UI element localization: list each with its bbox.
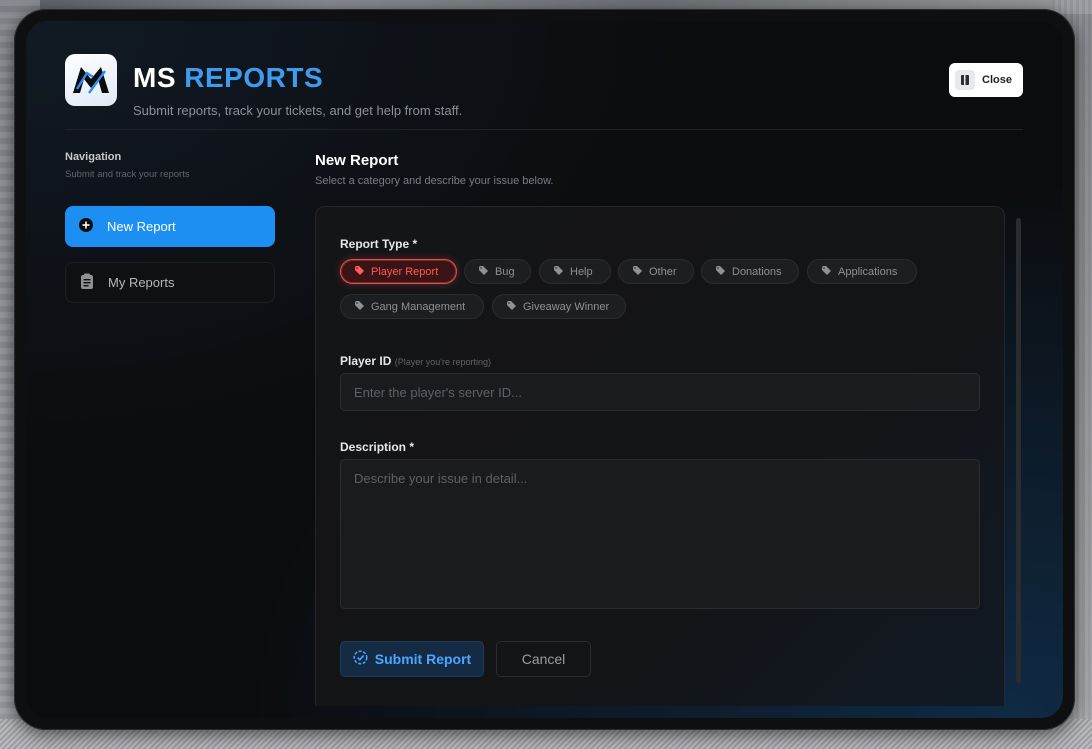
- sidebar-title: Navigation: [65, 151, 122, 163]
- chip-help[interactable]: Help: [539, 259, 611, 284]
- form-scrollbar[interactable]: [1016, 218, 1021, 683]
- tablet-frame: MS REPORTS Submit reports, track your ti…: [14, 9, 1075, 730]
- tag-icon: [479, 265, 488, 278]
- submit-button-label: Submit Report: [374, 651, 472, 667]
- tablet-screen: MS REPORTS Submit reports, track your ti…: [26, 21, 1063, 718]
- report-type-label: Report Type *: [340, 237, 418, 251]
- check-badge-icon: [353, 650, 368, 668]
- chip-applications[interactable]: Applications: [807, 259, 917, 284]
- header-divider: [65, 129, 1023, 130]
- clipboard-icon: [80, 273, 94, 292]
- chip-donations[interactable]: Donations: [701, 259, 799, 284]
- door-exit-icon: [955, 70, 975, 90]
- tag-icon: [554, 265, 563, 278]
- description-textarea[interactable]: [340, 459, 980, 609]
- chip-label: Help: [570, 265, 593, 278]
- chip-label: Applications: [838, 265, 898, 278]
- tag-icon: [716, 265, 725, 278]
- sidebar-item-label: My Reports: [108, 275, 175, 290]
- chip-label: Giveaway Winner: [523, 300, 610, 313]
- app-subtitle: Submit reports, track your tickets, and …: [133, 103, 463, 118]
- chip-label: Bug: [495, 265, 515, 278]
- close-button-label: Close: [982, 74, 1012, 86]
- chip-label: Donations: [732, 265, 782, 278]
- submit-report-button[interactable]: Submit Report: [340, 641, 484, 677]
- app-title-part2: REPORTS: [184, 62, 324, 93]
- sidebar-item-new-report[interactable]: New Report: [65, 206, 275, 247]
- page-title: New Report: [315, 152, 399, 169]
- sidebar-item-label: New Report: [107, 219, 176, 234]
- player-id-label: Player ID (Player you're reporting): [340, 354, 491, 368]
- logo-m-icon: [73, 67, 109, 94]
- sidebar-subtitle: Submit and track your reports: [65, 169, 190, 180]
- tag-icon: [822, 265, 831, 278]
- chip-label: Player Report: [371, 265, 439, 278]
- description-label: Description *: [340, 440, 415, 454]
- app-title: MS REPORTS: [133, 62, 323, 94]
- cancel-button[interactable]: Cancel: [496, 641, 591, 677]
- page-subtitle: Select a category and describe your issu…: [315, 175, 554, 187]
- chip-bug[interactable]: Bug: [464, 259, 531, 284]
- app-logo: [65, 54, 117, 106]
- player-id-input[interactable]: [340, 373, 980, 411]
- chip-other[interactable]: Other: [618, 259, 694, 284]
- report-form: Report Type * Player Report Bug Help Oth…: [315, 206, 1005, 706]
- close-button[interactable]: Close: [949, 63, 1023, 97]
- tag-icon: [633, 265, 642, 278]
- chip-player-report[interactable]: Player Report: [340, 259, 457, 284]
- plus-circle-icon: [79, 218, 93, 235]
- tag-icon: [355, 265, 364, 278]
- app-title-part1: MS: [133, 62, 176, 93]
- player-id-label-text: Player ID: [340, 354, 392, 368]
- tag-icon: [355, 300, 364, 313]
- chip-giveaway-winner[interactable]: Giveaway Winner: [492, 294, 626, 319]
- chip-label: Gang Management: [371, 300, 466, 313]
- sidebar-item-my-reports[interactable]: My Reports: [65, 262, 275, 303]
- chip-gang-management[interactable]: Gang Management: [340, 294, 484, 319]
- tag-icon: [507, 300, 516, 313]
- chip-label: Other: [649, 265, 677, 278]
- player-id-hint: (Player you're reporting): [394, 357, 491, 367]
